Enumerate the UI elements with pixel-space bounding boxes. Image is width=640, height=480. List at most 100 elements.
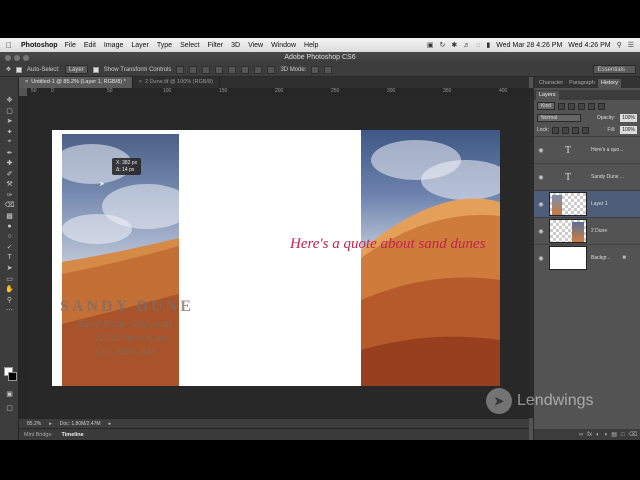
tab-character[interactable]: Character <box>536 79 566 88</box>
menu-help[interactable]: Help <box>304 42 318 49</box>
visibility-eye-icon[interactable]: ◉ <box>537 255 545 262</box>
layer-name[interactable]: Layer 1 <box>591 201 608 207</box>
volume-icon[interactable]: ♬ <box>463 42 470 49</box>
adjustment-layer-icon[interactable]: ◑ <box>604 432 608 438</box>
filter-type-icon[interactable] <box>578 102 586 110</box>
3d-rotate-button[interactable] <box>311 65 320 74</box>
tab-layers[interactable]: Layers <box>536 91 559 100</box>
layer-row-sandy-dune[interactable]: ◉ T Sandy Dune ... <box>534 163 640 190</box>
layer-name[interactable]: Here's a quo... <box>591 147 623 153</box>
crop-tool-icon[interactable]: ⌖ <box>0 137 19 148</box>
document-canvas[interactable]: SANDY DUNE Sand Dune Salesman 1234 Stree… <box>52 130 500 386</box>
link-layers-icon[interactable]: ∞ <box>579 432 583 438</box>
menu-file[interactable]: File <box>65 42 76 49</box>
filter-kind-dropdown[interactable]: Kind <box>537 102 556 110</box>
layer-row-2-dune[interactable]: ◉ 2 Dune <box>534 217 640 244</box>
screen-mode-icon[interactable]: ▢ <box>0 403 19 414</box>
hand-tool-icon[interactable]: ✋ <box>0 284 19 295</box>
menu-view[interactable]: View <box>248 42 263 49</box>
layer-row-background[interactable]: ◉ Backgr... ■ <box>534 244 640 271</box>
menu-select[interactable]: Select <box>180 42 199 49</box>
filter-smart-icon[interactable] <box>598 102 606 110</box>
canvas-area[interactable]: SANDY DUNE Sand Dune Salesman 1234 Stree… <box>27 96 529 418</box>
move-tool-icon[interactable]: ✥ <box>6 66 11 73</box>
align-right-button[interactable] <box>241 65 250 74</box>
clone-stamp-tool-icon[interactable]: ⚒ <box>0 179 19 190</box>
more-tools-icon[interactable]: ⋯ <box>0 305 19 316</box>
clock-date[interactable]: Wed Mar 28 4:26 PM <box>496 42 562 49</box>
sync-icon[interactable]: ↻ <box>440 41 446 49</box>
layer-row-quote[interactable]: ◉ T Here's a quo... <box>534 136 640 163</box>
marquee-tool-icon[interactable]: ▢ <box>0 106 19 117</box>
dune-image[interactable] <box>361 130 500 386</box>
history-brush-tool-icon[interactable]: ✑ <box>0 190 19 201</box>
align-middle-button[interactable] <box>189 65 198 74</box>
type-tool-icon[interactable]: T <box>0 253 19 264</box>
tab-paragraph[interactable]: Paragraph <box>566 79 598 88</box>
3d-roll-button[interactable] <box>324 65 333 74</box>
visibility-eye-icon[interactable]: ◉ <box>537 228 545 235</box>
new-layer-icon[interactable]: □ <box>621 432 625 438</box>
healing-brush-tool-icon[interactable]: ✚ <box>0 158 19 169</box>
wifi-icon[interactable]: ◌ <box>476 42 480 49</box>
layer-name[interactable]: Backgr... <box>591 255 610 261</box>
move-tool-icon[interactable]: ✥ <box>0 95 19 106</box>
horizontal-ruler[interactable]: 50 0 50 100 150 200 250 300 350 400 <box>27 88 529 96</box>
menu-filter[interactable]: Filter <box>208 42 224 49</box>
menu-window[interactable]: Window <box>271 42 296 49</box>
filter-adjustment-icon[interactable] <box>568 102 576 110</box>
eraser-tool-icon[interactable]: ⌫ <box>0 200 19 211</box>
auto-select-dropdown[interactable]: Layer <box>64 65 88 74</box>
align-bottom-button[interactable] <box>202 65 211 74</box>
quick-mask-icon[interactable]: ▣ <box>0 389 19 400</box>
quick-select-tool-icon[interactable]: ✦ <box>0 127 19 138</box>
spotlight-icon[interactable]: ⚲ <box>617 41 622 49</box>
layer-row-layer-1[interactable]: ◉ Layer 1 <box>534 190 640 217</box>
tab-history[interactable]: History <box>597 79 621 88</box>
lock-all-icon[interactable] <box>581 126 589 134</box>
lock-pixels-icon[interactable] <box>561 126 569 134</box>
fill-field[interactable]: 100% <box>620 126 637 134</box>
path-selection-tool-icon[interactable]: ➤ <box>0 263 19 274</box>
visibility-eye-icon[interactable]: ◉ <box>537 147 545 154</box>
clock-short[interactable]: Wed 4:26 PM <box>568 42 610 49</box>
status-menu-icon[interactable]: ▸ <box>49 421 52 427</box>
distribute-button-2[interactable] <box>267 65 276 74</box>
tab-mini-bridge[interactable]: Mini Bridge <box>19 432 57 438</box>
filter-pixel-icon[interactable] <box>558 102 566 110</box>
new-group-icon[interactable]: ▤ <box>611 431 617 438</box>
dodge-tool-icon[interactable]: ○ <box>0 232 19 243</box>
add-mask-icon[interactable]: ◐ <box>596 432 600 438</box>
auto-select-checkbox[interactable] <box>16 66 23 73</box>
menu-layer[interactable]: Layer <box>131 42 149 49</box>
filter-shape-icon[interactable] <box>588 102 596 110</box>
close-tab-icon[interactable]: × <box>25 79 28 85</box>
creative-cloud-icon[interactable]: ▣ <box>427 41 434 49</box>
layer-style-icon[interactable]: fx <box>587 432 592 438</box>
close-tab-icon[interactable]: × <box>139 79 142 85</box>
layer-name[interactable]: 2 Dune <box>591 228 607 234</box>
quote-text-layer[interactable]: Here's a quote about sand dunes <box>290 236 486 253</box>
blur-tool-icon[interactable]: ● <box>0 221 19 232</box>
visibility-eye-icon[interactable]: ◉ <box>537 201 545 208</box>
menu-edit[interactable]: Edit <box>84 42 96 49</box>
document-tab-untitled[interactable]: × Untitled-1 @ 85.2% (Layer 1, RGB/8) * <box>19 77 133 88</box>
gradient-tool-icon[interactable]: ▩ <box>0 211 19 222</box>
zoom-level[interactable]: 85.2% <box>27 421 41 427</box>
zoom-tool-icon[interactable]: ⚲ <box>0 295 19 306</box>
status-arrow-icon[interactable]: ▸ <box>109 421 112 427</box>
brush-tool-icon[interactable]: ✐ <box>0 169 19 180</box>
layer-name[interactable]: Sandy Dune ... <box>591 174 624 180</box>
align-top-button[interactable] <box>176 65 185 74</box>
eyedropper-tool-icon[interactable]: ✒ <box>0 148 19 159</box>
align-center-button[interactable] <box>228 65 237 74</box>
delete-layer-icon[interactable]: ⌫ <box>629 431 637 438</box>
apple-icon[interactable]:  <box>6 41 16 50</box>
lasso-tool-icon[interactable]: ➤ <box>0 116 19 127</box>
pen-tool-icon[interactable]: ✓ <box>0 242 19 253</box>
business-card-text[interactable]: SANDY DUNE Sand Dune Salesman 1234 Stree… <box>60 298 240 358</box>
lock-position-icon[interactable] <box>571 126 579 134</box>
align-left-button[interactable] <box>215 65 224 74</box>
menu-image[interactable]: Image <box>104 42 123 49</box>
visibility-eye-icon[interactable]: ◉ <box>537 174 545 181</box>
